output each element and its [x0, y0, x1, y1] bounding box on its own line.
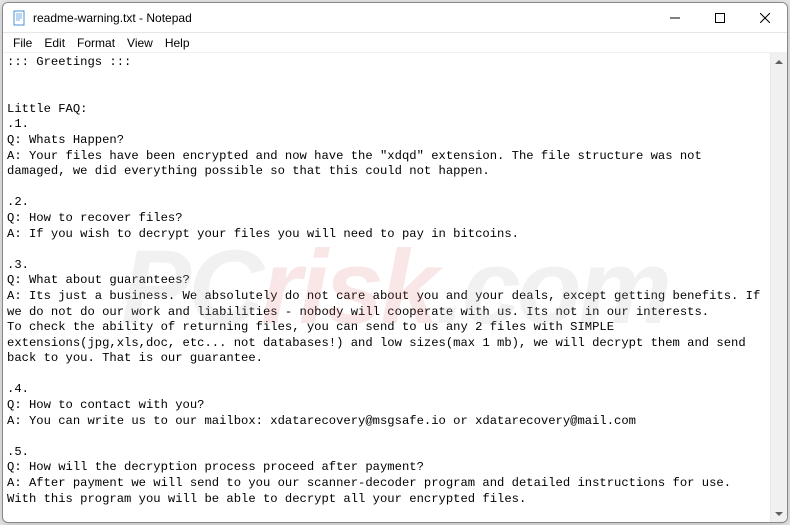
scroll-track[interactable] — [771, 70, 787, 505]
titlebar: readme-warning.txt - Notepad — [3, 3, 787, 33]
window-title: readme-warning.txt - Notepad — [33, 11, 652, 25]
maximize-button[interactable] — [697, 3, 742, 32]
menu-help[interactable]: Help — [159, 34, 196, 52]
vertical-scrollbar[interactable] — [770, 53, 787, 522]
menu-edit[interactable]: Edit — [38, 34, 71, 52]
scroll-down-arrow[interactable] — [771, 505, 787, 522]
notepad-window: readme-warning.txt - Notepad File Edit F… — [2, 2, 788, 523]
menu-view[interactable]: View — [121, 34, 159, 52]
menu-file[interactable]: File — [7, 34, 38, 52]
menu-format[interactable]: Format — [71, 34, 121, 52]
window-controls — [652, 3, 787, 32]
minimize-button[interactable] — [652, 3, 697, 32]
content-wrapper: PCrisk.com ::: Greetings ::: Little FAQ:… — [3, 53, 787, 522]
menubar: File Edit Format View Help — [3, 33, 787, 53]
text-area[interactable]: ::: Greetings ::: Little FAQ: .1. Q: Wha… — [3, 53, 770, 522]
scroll-up-arrow[interactable] — [771, 53, 787, 70]
notepad-icon — [11, 10, 27, 26]
close-button[interactable] — [742, 3, 787, 32]
